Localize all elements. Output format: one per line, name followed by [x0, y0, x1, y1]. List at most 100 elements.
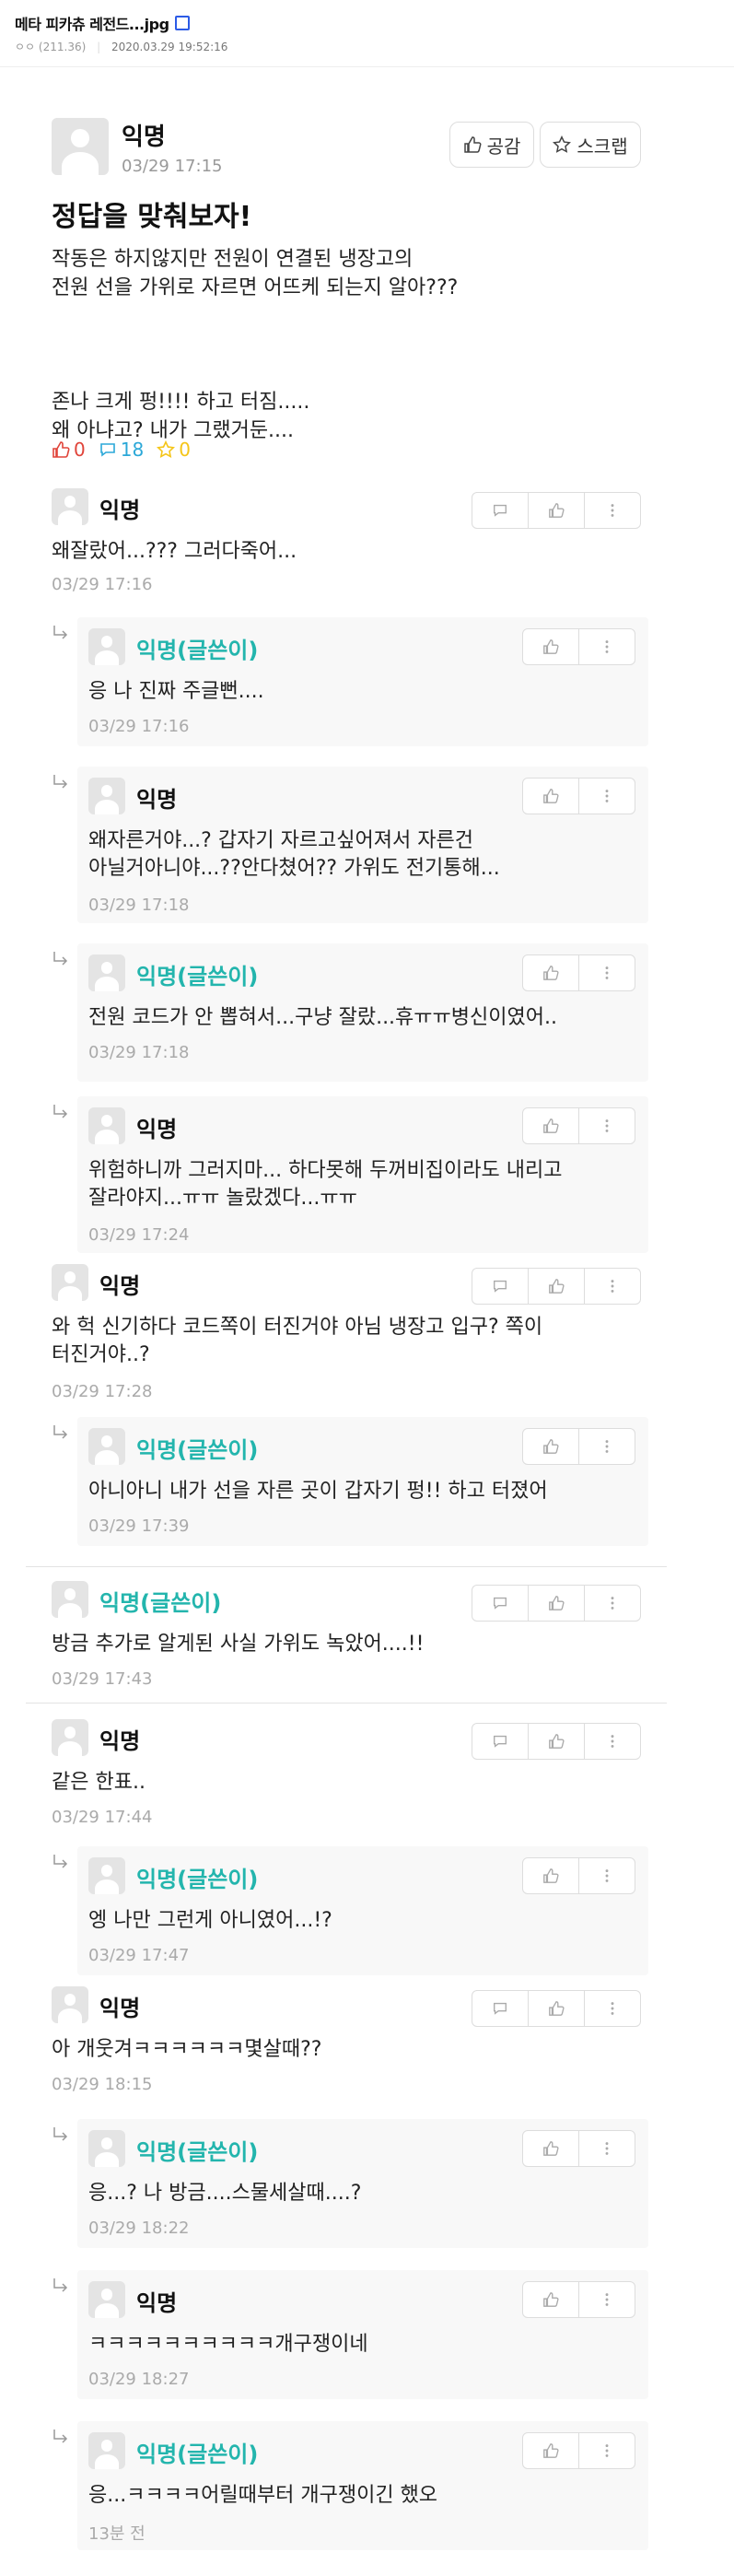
thumbs-up-icon: [463, 136, 482, 153]
thumbs-up-icon: [549, 503, 565, 518]
comment-actions: [472, 1268, 641, 1305]
comment-more-button[interactable]: [579, 955, 635, 990]
comment-more-button[interactable]: [579, 2131, 635, 2166]
comment-like-button[interactable]: [523, 1108, 579, 1143]
speech-bubble-icon: [99, 443, 115, 457]
comment-like-button[interactable]: [523, 2131, 579, 2166]
more-icon: [611, 1597, 614, 1610]
comment-author: 익명: [99, 1728, 141, 1754]
comment-text: ㅋㅋㅋㅋㅋㅋㅋㅋㅋㅋ개구쟁이네: [88, 2333, 368, 2356]
comment: 익명 와 헉 신기하다 코드쪽이 터진거야 아님 냉장고 입구? 쪽이 터진거야.…: [52, 1264, 641, 1402]
avatar: [52, 1581, 88, 1618]
thumbs-up-icon: [549, 1279, 565, 1294]
thumbs-up-icon: [549, 1596, 565, 1610]
reply-button[interactable]: [472, 1991, 529, 2026]
comment-text: 엥 나만 그런게 아니였어...!?: [88, 1909, 332, 1932]
avatar: [52, 1719, 88, 1756]
comment-actions: [522, 2281, 635, 2318]
comment-actions: [472, 1585, 641, 1622]
more-icon: [611, 1735, 614, 1748]
comment-text: 와 헉 신기하다 코드쪽이 터진거야 아님 냉장고 입구? 쪽이 터진거야..?: [52, 1316, 543, 1366]
thumbs-up-icon: [543, 2292, 559, 2307]
thumbs-up-icon: [52, 441, 70, 458]
comment-author: 익명(글쓴이): [136, 1437, 259, 1463]
article-header: 메타 피카츄 레전드...jpg ㅇㅇ (211.36) | 2020.03.2…: [0, 0, 734, 67]
avatar: [88, 1107, 125, 1144]
comment-more-button[interactable]: [579, 779, 635, 814]
comment-text: 아니아니 내가 선을 자른 곳이 갑자기 펑!! 하고 터졌어: [88, 1480, 548, 1503]
more-icon: [605, 1119, 609, 1132]
comment-author: 익명: [99, 1996, 141, 2021]
comment-actions: [522, 778, 635, 814]
comment-time: 03/29 17:18: [88, 1043, 190, 1062]
comment-text: 방금 추가로 알게된 사실 가위도 녹았어....!!: [52, 1633, 425, 1656]
more-icon: [605, 2293, 609, 2306]
more-icon: [605, 966, 609, 979]
reply-comment: 익명(글쓴이) 응...ㅋㅋㅋㅋ어릴때부터 개구쟁이긴 했오 13분 전: [77, 2421, 648, 2550]
comment-more-button[interactable]: [579, 1429, 635, 1464]
comment-like-button[interactable]: [529, 1269, 585, 1304]
comment-author: 익명: [136, 787, 178, 813]
comment-like-button[interactable]: [529, 1586, 585, 1621]
like-count-value: 0: [74, 439, 86, 461]
comment-more-button[interactable]: [579, 629, 635, 664]
comment-like-button[interactable]: [529, 1991, 585, 2026]
comment-more-button[interactable]: [585, 493, 640, 528]
thumbs-up-icon: [543, 1439, 559, 1454]
reply-button[interactable]: [472, 1269, 529, 1304]
comment-time: 03/29 17:18: [88, 896, 190, 915]
reply-arrow-icon: [52, 2429, 70, 2447]
comment: 익명 왜잘랐어...??? 그러다죽어... 03/29 17:16: [52, 488, 641, 599]
comment-like-button[interactable]: [529, 1724, 585, 1759]
comment-time: 03/29 17:44: [52, 1808, 153, 1827]
comment-like-button[interactable]: [529, 493, 585, 528]
comment-like-button[interactable]: [523, 629, 579, 664]
comment-time: 03/29 18:15: [52, 2075, 153, 2094]
article-title: 메타 피카츄 레전드...jpg: [15, 12, 190, 34]
comment-author: 익명(글쓴이): [136, 1867, 259, 1892]
post-author: 익명: [122, 123, 166, 151]
comment-like-button[interactable]: [523, 1429, 579, 1464]
comment-like-button[interactable]: [523, 779, 579, 814]
comment-text: 전원 코드가 안 뽑혀서...구냥 잘랐...휴ㅠㅠ병신이였어..: [88, 1006, 557, 1029]
comment: 익명 같은 한표.. 03/29 17:44: [52, 1719, 641, 1830]
speech-bubble-icon: [494, 1280, 507, 1293]
more-icon: [605, 1869, 609, 1882]
comment-like-button[interactable]: [523, 2433, 579, 2468]
comment-author: 익명(글쓴이): [136, 2441, 259, 2467]
comment: 익명 아 개웃겨ㅋㅋㅋㅋㅋㅋ몇살때?? 03/29 18:15: [52, 1986, 641, 2097]
more-icon: [605, 2444, 609, 2457]
comment-author: 익명: [99, 498, 141, 523]
comment-more-button[interactable]: [579, 1108, 635, 1143]
comment-time: 03/29 17:39: [88, 1516, 190, 1536]
article-title-text: 메타 피카츄 레전드...jpg: [15, 16, 169, 33]
comment-time: 03/29 17:43: [52, 1669, 153, 1689]
thumbs-up-icon: [543, 639, 559, 654]
meta-separator: |: [97, 41, 101, 53]
reply-button[interactable]: [472, 1586, 529, 1621]
post-time: 03/29 17:15: [122, 157, 223, 176]
reply-button[interactable]: [472, 493, 529, 528]
comment-author: 익명(글쓴이): [136, 638, 259, 663]
reply-arrow-icon: [52, 625, 70, 643]
comment-more-button[interactable]: [585, 1724, 640, 1759]
comment-more-button[interactable]: [585, 1269, 640, 1304]
comment-like-button[interactable]: [523, 955, 579, 990]
like-count: 0: [52, 439, 86, 461]
comment-more-button[interactable]: [585, 1991, 640, 2026]
comment-actions: [522, 1428, 635, 1465]
reply-arrow-icon: [52, 1424, 70, 1443]
comment-like-button[interactable]: [523, 2282, 579, 2317]
reply-button[interactable]: [472, 1724, 529, 1759]
comment-author: 익명: [136, 1117, 178, 1142]
comment-like-button[interactable]: [523, 1858, 579, 1893]
like-button[interactable]: 공감: [449, 122, 534, 168]
comment-more-button[interactable]: [579, 2433, 635, 2468]
comment-more-button[interactable]: [585, 1586, 640, 1621]
reply-comment: 익명 위험하니까 그러지마... 하다못해 두꺼비집이라도 내리고 잘라야지...…: [77, 1096, 648, 1253]
comment-more-button[interactable]: [579, 1858, 635, 1893]
article-meta: ㅇㅇ (211.36) | 2020.03.29 19:52:16: [15, 39, 227, 54]
scrap-button[interactable]: 스크랩: [540, 122, 641, 168]
comment-more-button[interactable]: [579, 2282, 635, 2317]
like-label: 공감: [486, 135, 521, 158]
